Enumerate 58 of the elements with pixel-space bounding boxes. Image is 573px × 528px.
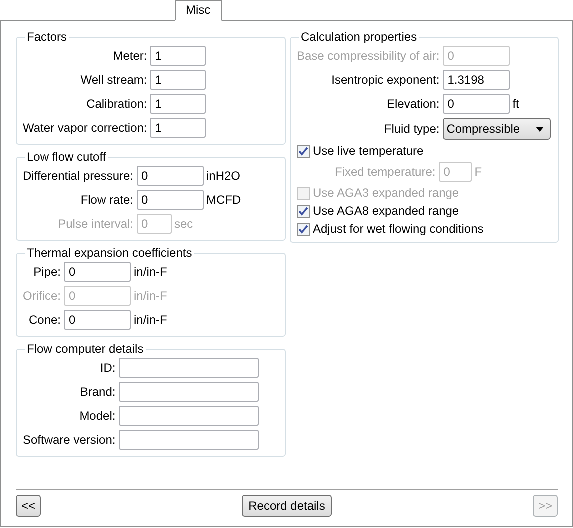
field-label: Pipe: bbox=[32, 265, 62, 279]
unit-label: sec bbox=[174, 217, 194, 231]
input-field[interactable]: 1 bbox=[150, 70, 206, 90]
input-field[interactable]: 0 bbox=[136, 190, 204, 210]
input-field[interactable]: 0 bbox=[64, 310, 132, 330]
group-title: Calculation properties bbox=[300, 30, 418, 44]
input-field[interactable]: 1 bbox=[150, 46, 206, 66]
field-label: Well stream: bbox=[80, 73, 148, 87]
input-field[interactable]: 1 bbox=[150, 94, 206, 114]
input-field[interactable] bbox=[118, 382, 259, 402]
field-label: Elevation: bbox=[386, 97, 440, 111]
field-label: ID: bbox=[99, 361, 116, 375]
input-field[interactable]: 1.3198 bbox=[442, 70, 510, 90]
checkbox-label: Adjust for wet flowing conditions bbox=[313, 222, 484, 236]
nav-button[interactable]: Record details bbox=[242, 495, 332, 517]
unit-label: in/in-F bbox=[134, 265, 168, 279]
checkbox-label: Use AGA8 expanded range bbox=[313, 204, 460, 218]
field-label: Pulse interval: bbox=[57, 217, 134, 231]
group-title: Factors bbox=[26, 30, 68, 44]
input-field[interactable] bbox=[118, 430, 259, 450]
group-title: Thermal expansion coefficients bbox=[26, 246, 194, 260]
unit-label: inH2O bbox=[206, 169, 241, 183]
field-label: Fluid type: bbox=[383, 122, 440, 136]
group-title: Flow computer details bbox=[26, 342, 145, 356]
unit-label: MCFD bbox=[206, 193, 242, 207]
checkbox[interactable] bbox=[297, 144, 310, 158]
unit-label: in/in-F bbox=[134, 289, 168, 303]
checkbox[interactable] bbox=[297, 222, 310, 236]
field-label: Fixed temperature: bbox=[335, 165, 436, 179]
input-field[interactable]: 0 bbox=[64, 262, 132, 282]
fluid-type-dropdown[interactable]: Compressible bbox=[442, 118, 551, 140]
field-label: Flow rate: bbox=[80, 193, 134, 207]
input-field[interactable] bbox=[118, 358, 259, 378]
field-label: Isentropic exponent: bbox=[330, 73, 440, 87]
unit-label: ft bbox=[512, 97, 520, 111]
unit-label: in/in-F bbox=[134, 313, 168, 327]
input-field[interactable] bbox=[118, 406, 259, 426]
field-label: Orifice: bbox=[23, 289, 62, 303]
field-label: Cone: bbox=[28, 313, 62, 327]
checkbox-label: Use AGA3 expanded range bbox=[313, 186, 460, 200]
input-field[interactable]: 0 bbox=[442, 94, 510, 114]
field-label: Water vapor correction: bbox=[23, 121, 148, 135]
field-label: Brand: bbox=[79, 385, 116, 399]
field-label: Calibration: bbox=[86, 97, 148, 111]
field-label: Base compressibility of air: bbox=[297, 49, 440, 63]
caret-icon bbox=[536, 126, 544, 132]
nav-button[interactable]: << bbox=[16, 495, 41, 517]
field-label: Differential pressure: bbox=[23, 169, 134, 183]
group-title: Low flow cutoff bbox=[26, 150, 108, 164]
input-field[interactable]: 0 bbox=[136, 166, 204, 186]
field-label: Meter: bbox=[112, 49, 148, 63]
checkbox-label: Use live temperature bbox=[313, 144, 424, 158]
field-label: Software version: bbox=[23, 433, 116, 447]
unit-label: F bbox=[474, 165, 482, 179]
tab[interactable]: Misc bbox=[175, 0, 222, 21]
checkbox[interactable] bbox=[297, 204, 310, 218]
input-field[interactable]: 1 bbox=[150, 118, 206, 138]
field-label: Model: bbox=[78, 409, 116, 423]
